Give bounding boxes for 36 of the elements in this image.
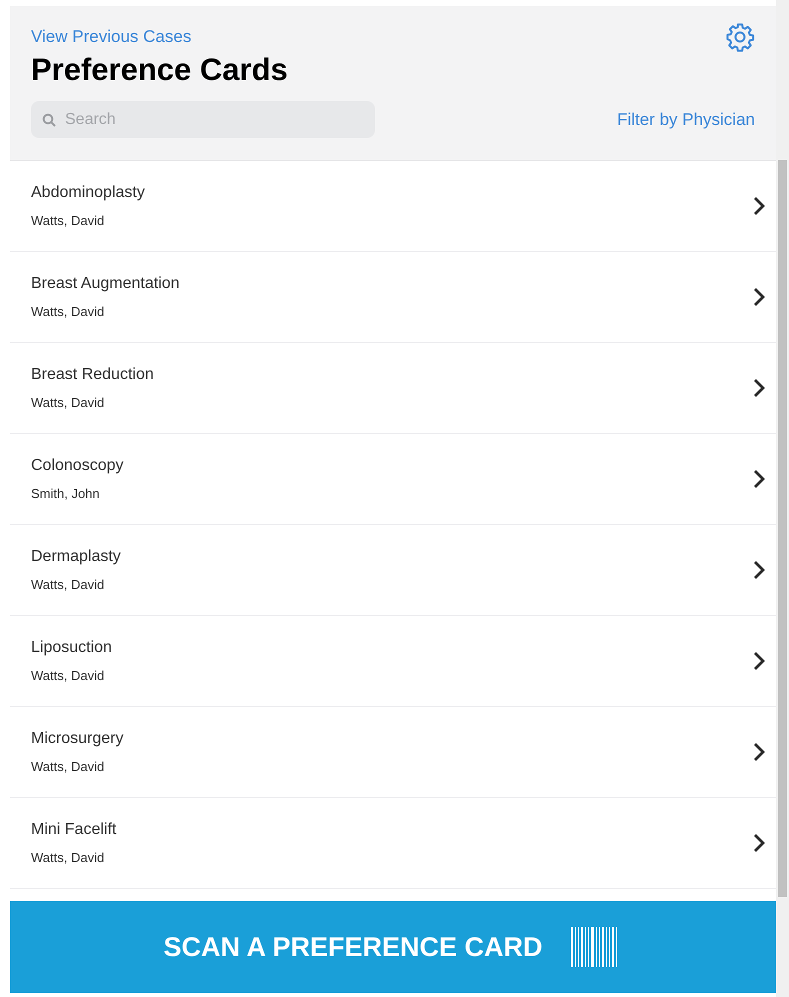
- physician-name: Watts, David: [31, 576, 106, 594]
- search-field[interactable]: Search: [31, 101, 375, 138]
- procedure-name: Abdominoplasty: [31, 183, 145, 204]
- procedure-name: Microsurgery: [31, 729, 124, 750]
- chevron-right-icon: [752, 286, 766, 308]
- physician-name: Watts, David: [31, 212, 106, 230]
- list-item[interactable]: Microsurgery Watts, David: [10, 707, 776, 798]
- procedure-name: Dermaplasty: [31, 547, 121, 568]
- physician-name: Watts, David: [31, 303, 106, 322]
- list-item[interactable]: Colonoscopy Smith, John: [10, 434, 776, 525]
- procedure-name: Liposuction: [31, 638, 112, 658]
- procedure-name: Breast Augmentation: [31, 274, 180, 294]
- list-item[interactable]: Abdominoplasty Watts, David: [10, 161, 776, 252]
- list-item[interactable]: Breast Augmentation Watts, David: [10, 252, 776, 343]
- settings-icon[interactable]: [725, 22, 755, 52]
- chevron-right-icon: [752, 195, 766, 217]
- list-item[interactable]: Mini Facelift Watts, David: [10, 798, 776, 889]
- page-title: Preference Cards: [31, 54, 289, 85]
- search-icon: [42, 113, 56, 127]
- physician-name: Watts, David: [31, 394, 106, 412]
- chevron-right-icon: [752, 468, 766, 490]
- chevron-right-icon: [752, 377, 766, 399]
- list-item[interactable]: Dermaplasty Watts, David: [10, 525, 776, 616]
- physician-name: Watts, David: [31, 849, 106, 868]
- list-item[interactable]: Breast Reduction Watts, David: [10, 343, 776, 434]
- chevron-right-icon: [752, 650, 766, 672]
- chevron-right-icon: [752, 559, 766, 581]
- procedure-name: Breast Reduction: [31, 365, 154, 386]
- procedure-name: Mini Facelift: [31, 820, 116, 840]
- procedure-name: Colonoscopy: [31, 456, 124, 476]
- chevron-right-icon: [752, 741, 766, 763]
- physician-name: Watts, David: [31, 758, 106, 776]
- physician-name: Smith, John: [31, 485, 101, 504]
- list-item[interactable]: Liposuction Watts, David: [10, 616, 776, 707]
- chevron-right-icon: [752, 832, 766, 854]
- physician-name: Watts, David: [31, 667, 106, 686]
